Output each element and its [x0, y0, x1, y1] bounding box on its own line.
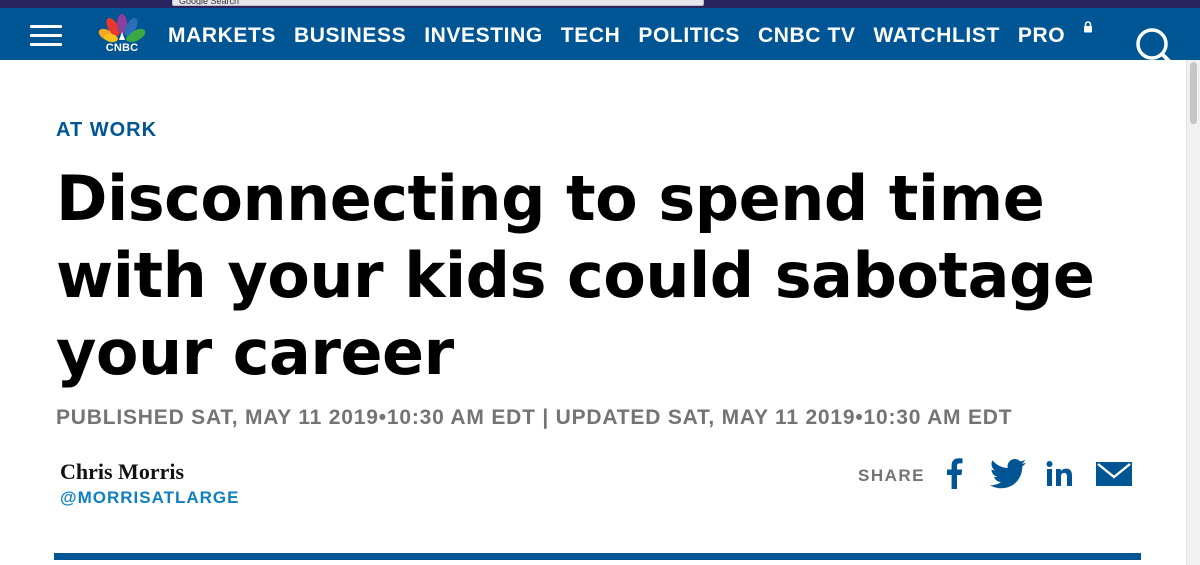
nav-item-watchlist[interactable]: WATCHLIST [874, 23, 1000, 49]
nav-item-tech[interactable]: TECH [561, 23, 621, 49]
main-navbar: CNBC MARKETS BUSINESS INVESTING TECH POL… [0, 8, 1200, 66]
article-headline: Disconnecting to spend time with your ki… [56, 162, 1095, 389]
email-icon[interactable] [1096, 462, 1132, 486]
scrollbar-thumb[interactable] [1190, 62, 1197, 124]
search-icon[interactable] [1132, 28, 1176, 72]
author-name[interactable]: Chris Morris [60, 459, 184, 485]
cnbc-logo[interactable]: CNBC [96, 14, 148, 56]
nav-item-business[interactable]: BUSINESS [294, 23, 406, 49]
nav-item-politics[interactable]: POLITICS [638, 23, 740, 49]
nav-item-pro[interactable]: PRO [1018, 23, 1065, 49]
twitter-icon[interactable] [990, 459, 1026, 489]
article-divider [54, 553, 1141, 560]
nav-item-cnbc-tv[interactable]: CNBC TV [758, 23, 856, 49]
author-handle[interactable]: @MORRISATLARGE [60, 488, 239, 508]
page-scrollbar[interactable] [1186, 60, 1200, 565]
nav-menu: MARKETS BUSINESS INVESTING TECH POLITICS… [168, 23, 1083, 49]
menu-icon[interactable] [30, 25, 62, 47]
nav-item-investing[interactable]: INVESTING [424, 23, 543, 49]
lock-icon [1084, 21, 1092, 33]
section-kicker[interactable]: AT WORK [56, 119, 157, 142]
peacock-icon [98, 14, 146, 43]
facebook-icon[interactable] [944, 457, 964, 489]
google-search-field[interactable]: Google Search [172, 0, 704, 6]
logo-text: CNBC [105, 42, 139, 54]
article-timestamp: PUBLISHED SAT, MAY 11 2019•10:30 AM EDT … [56, 406, 1013, 429]
nav-item-markets[interactable]: MARKETS [168, 23, 276, 49]
share-label: SHARE [858, 466, 926, 485]
linkedin-icon[interactable] [1046, 461, 1074, 487]
